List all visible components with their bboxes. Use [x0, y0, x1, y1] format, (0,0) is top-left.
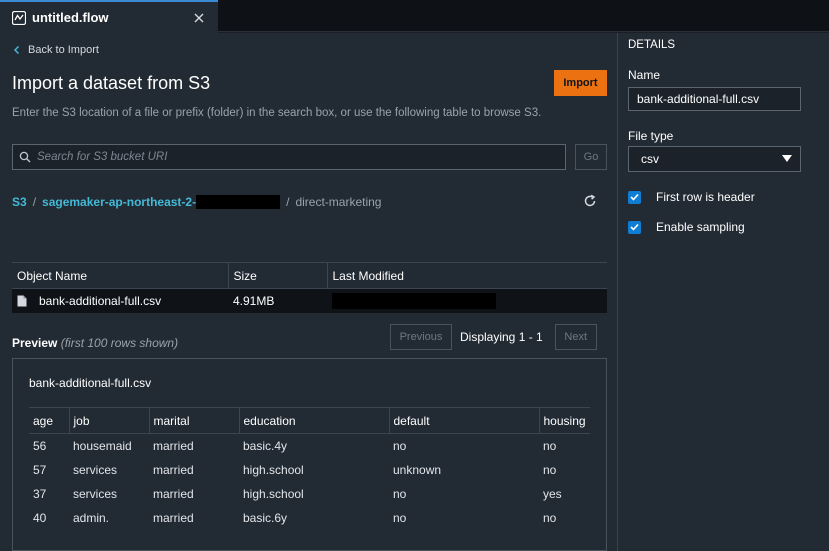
file-type-select[interactable]: csv [628, 146, 801, 172]
table-row: 40 admin. married basic.6y no no [29, 506, 590, 530]
file-type-value: csv [641, 152, 659, 166]
close-icon[interactable] [190, 9, 208, 27]
enable-sampling-checkbox[interactable]: Enable sampling [628, 220, 745, 234]
table-cell: no [393, 510, 407, 525]
preview-header-default: default [388, 407, 539, 434]
breadcrumb-folder: direct-marketing [295, 195, 382, 209]
search-input[interactable] [37, 151, 565, 163]
table-row: 56 housemaid married basic.4y no no [29, 434, 590, 458]
table-cell: 37 [33, 486, 47, 501]
back-label: Back to Import [28, 44, 99, 56]
go-button[interactable]: Go [575, 144, 607, 170]
enable-sampling-label: Enable sampling [656, 220, 745, 234]
breadcrumb: S3 / sagemaker-ap-northeast-2- / direct-… [12, 194, 381, 210]
table-cell: married [153, 486, 194, 501]
table-cell: services [73, 462, 118, 477]
table-cell: no [393, 486, 407, 501]
object-size: 4.91MB [233, 293, 275, 308]
table-row[interactable]: bank-additional-full.csv 4.91MB [12, 288, 607, 313]
preview-panel: bank-additional-full.csv age job marital… [12, 358, 607, 551]
first-row-header-checkbox[interactable]: First row is header [628, 190, 755, 204]
preview-header-marital: marital [148, 407, 239, 434]
file-type-label: File type [628, 129, 674, 143]
preview-file-name: bank-additional-full.csv [29, 376, 152, 390]
caret-down-icon [782, 155, 792, 163]
breadcrumb-s3[interactable]: S3 [12, 195, 27, 209]
object-name-cell: bank-additional-full.csv [12, 289, 228, 313]
object-last-modified [327, 289, 607, 313]
search-icon [19, 151, 31, 163]
file-icon [17, 295, 27, 307]
checkbox-checked-icon [628, 220, 641, 234]
column-header-object-name[interactable]: Object Name [12, 262, 228, 289]
object-name: bank-additional-full.csv [39, 293, 162, 308]
refresh-icon[interactable] [583, 194, 597, 208]
details-panel: DETAILS Name File type csv First row is … [617, 33, 829, 551]
page-description: Enter the S3 location of a file or prefi… [12, 107, 542, 119]
table-cell: unknown [393, 462, 442, 477]
preview-label: Preview (first 100 rows shown) [12, 336, 178, 350]
table-cell: no [543, 510, 557, 525]
breadcrumb-separator: / [32, 195, 37, 209]
details-heading: DETAILS [628, 39, 676, 51]
table-cell: basic.4y [243, 438, 288, 453]
search-box [12, 144, 566, 170]
table-cell: high.school [243, 462, 304, 477]
next-button[interactable]: Next [554, 324, 597, 350]
import-main-panel: Back to Import Import a dataset from S3 … [0, 33, 617, 551]
table-cell: married [153, 462, 194, 477]
previous-button[interactable]: Previous [390, 324, 452, 350]
column-header-size[interactable]: Size [227, 262, 327, 289]
table-cell: no [543, 462, 557, 477]
page-title: Import a dataset from S3 [12, 73, 211, 93]
redacted-block [196, 195, 281, 209]
table-cell: 56 [33, 438, 47, 453]
preview-table: age job marital education default housin… [29, 407, 590, 530]
column-header-last-modified[interactable]: Last Modified [326, 262, 607, 289]
table-cell: married [153, 438, 194, 453]
name-label: Name [628, 68, 661, 82]
preview-title: Preview [12, 336, 58, 350]
breadcrumb-bucket[interactable]: sagemaker-ap-northeast-2- [42, 195, 196, 209]
preview-table-header: age job marital education default housin… [29, 407, 590, 434]
name-field[interactable] [628, 87, 801, 111]
preview-header-education: education [238, 407, 389, 434]
table-cell: no [543, 438, 557, 453]
preview-header-job: job [68, 407, 149, 434]
table-cell: married [153, 510, 194, 525]
objects-table: Object Name Size Last Modified bank-addi… [12, 262, 607, 313]
tab-untitled-flow[interactable]: untitled.flow [0, 0, 218, 33]
tab-title: untitled.flow [32, 10, 109, 25]
flow-icon [12, 10, 26, 25]
table-row: 37 services married high.school no yes [29, 482, 590, 506]
chevron-left-icon [12, 45, 22, 55]
table-cell: 57 [33, 462, 47, 477]
checkbox-checked-icon [628, 190, 641, 204]
table-cell: services [73, 486, 118, 501]
table-cell: no [393, 438, 407, 453]
table-cell: yes [543, 486, 562, 501]
preview-note: (first 100 rows shown) [60, 336, 179, 350]
back-to-import-link[interactable]: Back to Import [12, 43, 99, 57]
pagination-info: Displaying 1 - 1 [460, 330, 543, 344]
table-cell: admin. [73, 510, 110, 525]
import-button[interactable]: Import [554, 70, 607, 96]
table-cell: 40 [33, 510, 47, 525]
preview-header-housing: housing [538, 407, 590, 434]
first-row-header-label: First row is header [656, 190, 755, 204]
preview-header-age: age [29, 407, 69, 434]
table-row: 57 services married high.school unknown … [29, 458, 590, 482]
table-cell: housemaid [73, 438, 132, 453]
table-cell: basic.6y [243, 510, 288, 525]
tab-bar: untitled.flow [0, 0, 829, 33]
breadcrumb-separator: / [286, 195, 290, 209]
objects-table-header: Object Name Size Last Modified [12, 262, 607, 289]
table-cell: high.school [243, 486, 304, 501]
pagination: Previous Displaying 1 - 1 Next [390, 324, 597, 350]
redacted-block [332, 292, 496, 309]
